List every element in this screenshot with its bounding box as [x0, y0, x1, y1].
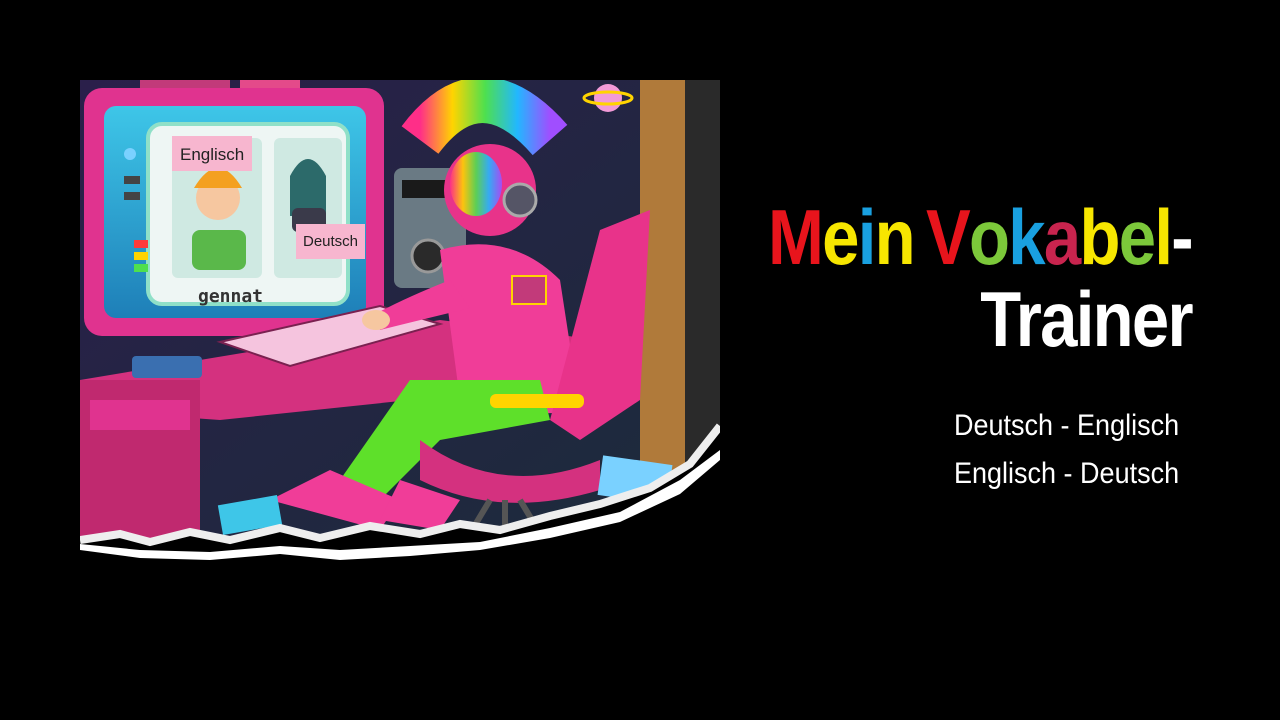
label-englisch: Englisch [172, 136, 253, 171]
screen-caption: gennat [198, 286, 263, 307]
label-deutsch: Deutsch [296, 224, 366, 259]
slide: gennat Englisch Deutsch Mein Vokabel- Tr… [0, 0, 1280, 720]
title-letter: k [1008, 193, 1045, 281]
title-letter: n [874, 193, 916, 281]
title-letter: - [1171, 193, 1193, 281]
title-letter: e [1118, 193, 1156, 281]
title-letter: i [857, 193, 877, 281]
title-letter: a [1043, 193, 1081, 281]
title-letter: V [926, 193, 971, 281]
illustration-image: gennat Englisch Deutsch [80, 80, 720, 574]
title-letter [914, 196, 926, 278]
title-letter: e [822, 193, 859, 281]
title-line-2: Trainer [980, 275, 1193, 363]
title-letter: M [768, 193, 824, 281]
title-line-1: Mein Vokabel- [768, 193, 1194, 281]
title-letter: b [1079, 193, 1121, 281]
title-block: Mein Vokabel- Trainer [699, 193, 1194, 363]
subtitle-line-2: Englisch - Deutsch [953, 457, 1179, 490]
title-letter: o [969, 193, 1010, 281]
subtitle-block: Deutsch - Englisch Englisch - Deutsch [954, 402, 1204, 498]
subtitle-line-1: Deutsch - Englisch [953, 409, 1179, 442]
title-letter: l [1154, 193, 1173, 281]
